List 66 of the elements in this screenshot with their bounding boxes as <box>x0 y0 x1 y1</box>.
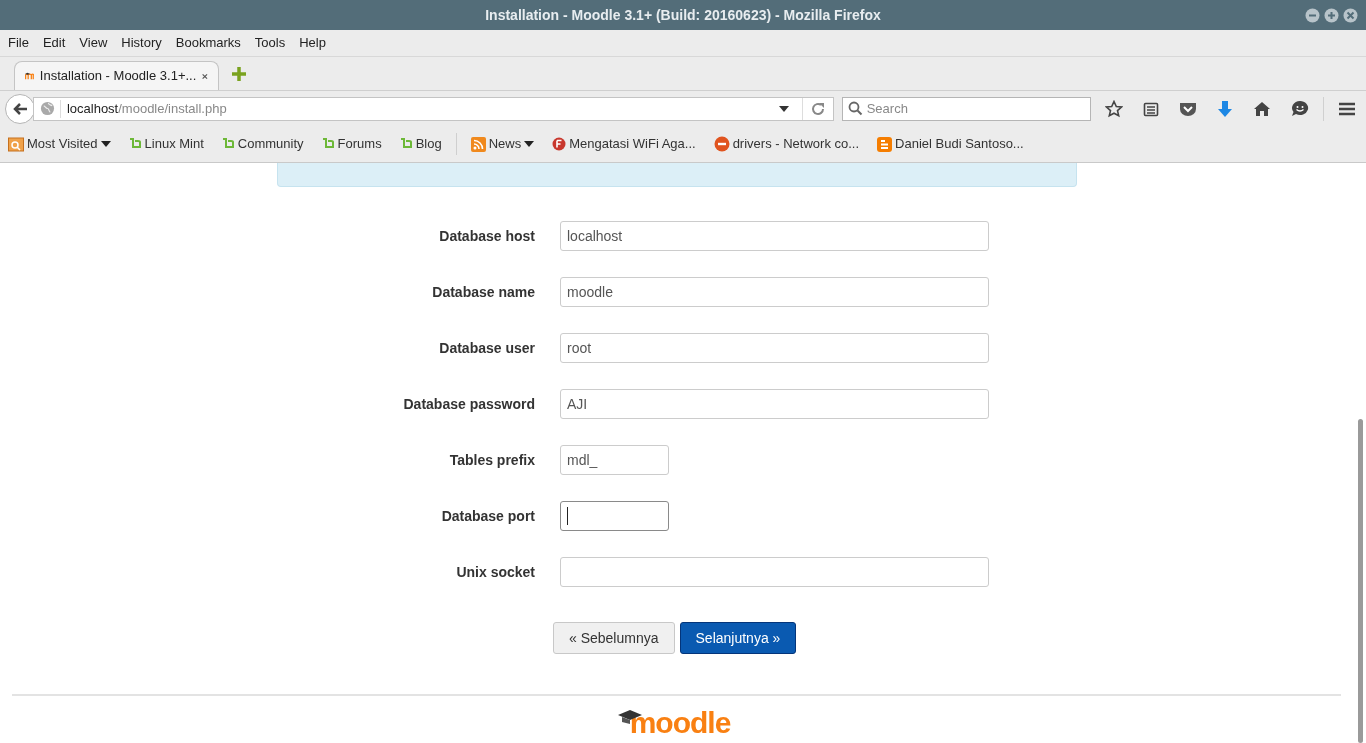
home-icon[interactable] <box>1253 100 1271 117</box>
input-field[interactable] <box>560 501 669 531</box>
field-label: Database host <box>438 226 535 246</box>
bookmark-item[interactable]: Blog <box>399 134 442 154</box>
menu-item[interactable]: Edit <box>42 33 66 53</box>
maximize-icon[interactable] <box>1324 8 1339 23</box>
field-label: Database password <box>402 394 535 414</box>
tab-title: Installation - Moodle 3.1+... <box>39 67 197 86</box>
menu-item[interactable]: View <box>79 33 108 53</box>
search-input[interactable]: Search <box>866 98 1090 119</box>
bookmark-item[interactable]: Daniel Budi Santoso... <box>877 134 1024 154</box>
moodle-logo: moodle <box>623 708 731 738</box>
moodle-favicon-icon <box>25 70 34 82</box>
close-icon[interactable] <box>1343 8 1358 23</box>
pocket-icon[interactable] <box>1179 100 1197 117</box>
bookmark-item[interactable]: Community <box>221 134 304 154</box>
input-field[interactable]: moodle <box>560 277 989 307</box>
next-button[interactable]: Selanjutnya » <box>679 622 797 654</box>
round-favicon-icon <box>552 137 567 151</box>
search-field[interactable]: Search <box>841 96 1091 121</box>
minimize-icon[interactable] <box>1305 8 1320 23</box>
reading-list-icon[interactable] <box>1143 100 1159 117</box>
menu-item[interactable]: File <box>8 33 29 53</box>
menu-item[interactable]: Bookmarks <box>175 33 241 53</box>
field-label: Database port <box>440 506 535 526</box>
input-field[interactable]: AJI <box>560 389 989 419</box>
menu-item[interactable]: History <box>121 33 162 53</box>
close-tab-icon[interactable] <box>202 71 208 81</box>
download-arrow-icon[interactable] <box>1217 99 1233 118</box>
menu-item[interactable]: Tools <box>254 33 286 53</box>
dropdown-caret-icon <box>524 141 535 147</box>
back-arrow-icon <box>11 101 28 116</box>
input-field[interactable]: localhost <box>560 221 989 251</box>
browser-tab[interactable]: Installation - Moodle 3.1+... <box>14 61 219 90</box>
chat-face-icon[interactable] <box>1291 100 1309 117</box>
bookmark-item[interactable]: Forums <box>321 134 382 154</box>
new-tab-icon[interactable] <box>231 66 247 82</box>
dropdown-caret-icon[interactable] <box>777 104 790 113</box>
menu-icon[interactable] <box>1338 100 1356 117</box>
globe-icon <box>39 101 55 116</box>
bookmark-item[interactable]: News <box>470 134 535 154</box>
folder-icon <box>8 136 24 152</box>
rss-icon <box>470 136 486 152</box>
field-label: Database name <box>431 282 535 302</box>
field-label: Unix socket <box>455 562 535 582</box>
scrollbar-thumb[interactable] <box>1358 419 1363 743</box>
window-title: Installation - Moodle 3.1+ (Build: 20160623) - Mozilla Firefox <box>485 5 881 25</box>
input-field[interactable]: root <box>560 333 989 363</box>
blog-favicon-icon <box>877 136 893 152</box>
field-label: Tables prefix <box>448 450 535 470</box>
dropdown-caret-icon <box>100 141 111 147</box>
search-icon <box>847 101 863 116</box>
star-icon[interactable] <box>1105 99 1123 118</box>
reload-icon[interactable] <box>810 101 825 116</box>
field-label: Database user <box>438 338 535 358</box>
input-field[interactable]: mdl_ <box>560 445 669 475</box>
bookmark-item[interactable]: Linux Mint <box>128 134 204 154</box>
address-bar[interactable]: localhost/moodle/install.php <box>32 96 834 121</box>
bookmark-item[interactable]: drivers - Network co... <box>713 134 860 154</box>
url-text: localhost/moodle/install.php <box>66 99 228 118</box>
menu-item[interactable]: Help <box>299 33 326 53</box>
previous-button[interactable]: « Sebelumnya <box>553 622 675 654</box>
bookmark-item[interactable]: Mengatasi WiFi Aga... <box>552 134 696 154</box>
bookmark-item[interactable]: Most Visited <box>8 134 111 154</box>
input-field[interactable] <box>560 557 989 587</box>
back-button[interactable] <box>5 93 35 124</box>
